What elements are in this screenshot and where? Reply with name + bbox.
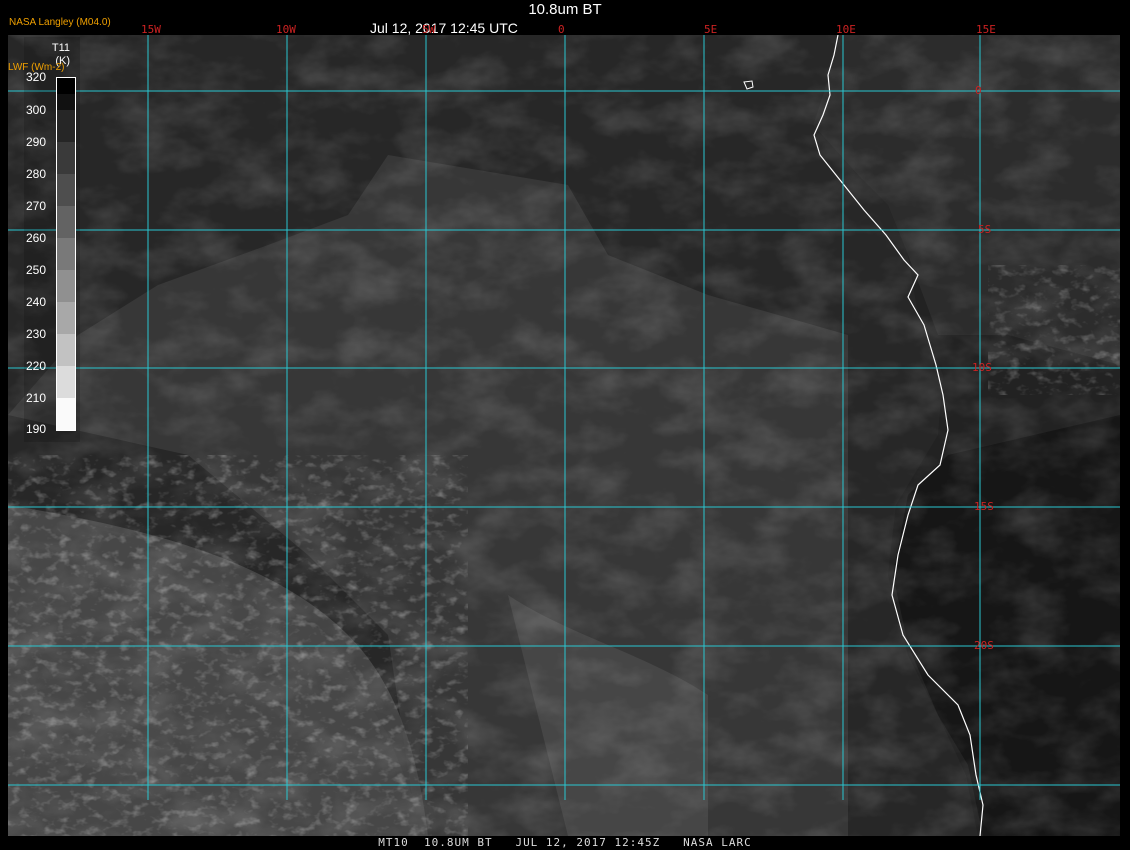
legend-value: 290 <box>26 135 47 149</box>
legend-value: 280 <box>26 167 47 181</box>
legend-swatch <box>56 110 76 142</box>
lat-label: 15S <box>974 500 994 513</box>
satellite-image <box>8 34 1120 837</box>
lat-label: 20S <box>974 639 994 652</box>
legend-value: 210 <box>26 391 47 405</box>
legend-swatch <box>56 238 76 270</box>
map-svg <box>8 34 1120 837</box>
legend-value: 270 <box>26 199 47 213</box>
lat-label: 0 <box>975 84 982 97</box>
cloud-texture <box>988 265 1120 395</box>
lon-label: 0 <box>558 23 565 36</box>
legend-variable: T11 <box>51 42 70 54</box>
legend-swatch <box>56 94 76 110</box>
legend-swatch <box>56 398 76 431</box>
legend-value: 190 <box>26 422 47 436</box>
lat-label: 5S <box>978 223 992 236</box>
lon-label: 5W <box>422 23 436 36</box>
lat-label: 10S <box>972 361 992 374</box>
legend-swatch <box>56 174 76 206</box>
lon-label: 10W <box>276 23 296 36</box>
legend-swatch <box>56 334 76 366</box>
footer-caption: MT10 10.8UM BT JUL 12, 2017 12:45Z NASA … <box>378 836 752 849</box>
lon-label: 15W <box>141 23 161 36</box>
legend-swatch <box>56 206 76 238</box>
lon-label: 5E <box>704 23 718 36</box>
legend-value: 260 <box>26 231 47 245</box>
legend-value: 250 <box>26 263 47 277</box>
legend-swatch <box>56 270 76 302</box>
credit-label: NASA Langley (M04.0) <box>9 17 111 28</box>
legend-value: 320 <box>26 70 47 84</box>
page-title: 10.8um BT <box>528 1 602 18</box>
legend-swatch <box>56 142 76 174</box>
lon-label: 10E <box>836 23 856 36</box>
lon-label: 15E <box>976 23 996 36</box>
legend-swatch <box>56 366 76 398</box>
legend-swatch <box>56 77 76 95</box>
image-datetime: Jul 12, 2017 12:45 UTC <box>370 20 518 36</box>
legend-value: 230 <box>26 327 47 341</box>
legend-value: 240 <box>26 295 47 309</box>
legend-value: 300 <box>26 103 47 117</box>
legend-value: 220 <box>26 359 47 373</box>
legend-swatch <box>56 302 76 334</box>
